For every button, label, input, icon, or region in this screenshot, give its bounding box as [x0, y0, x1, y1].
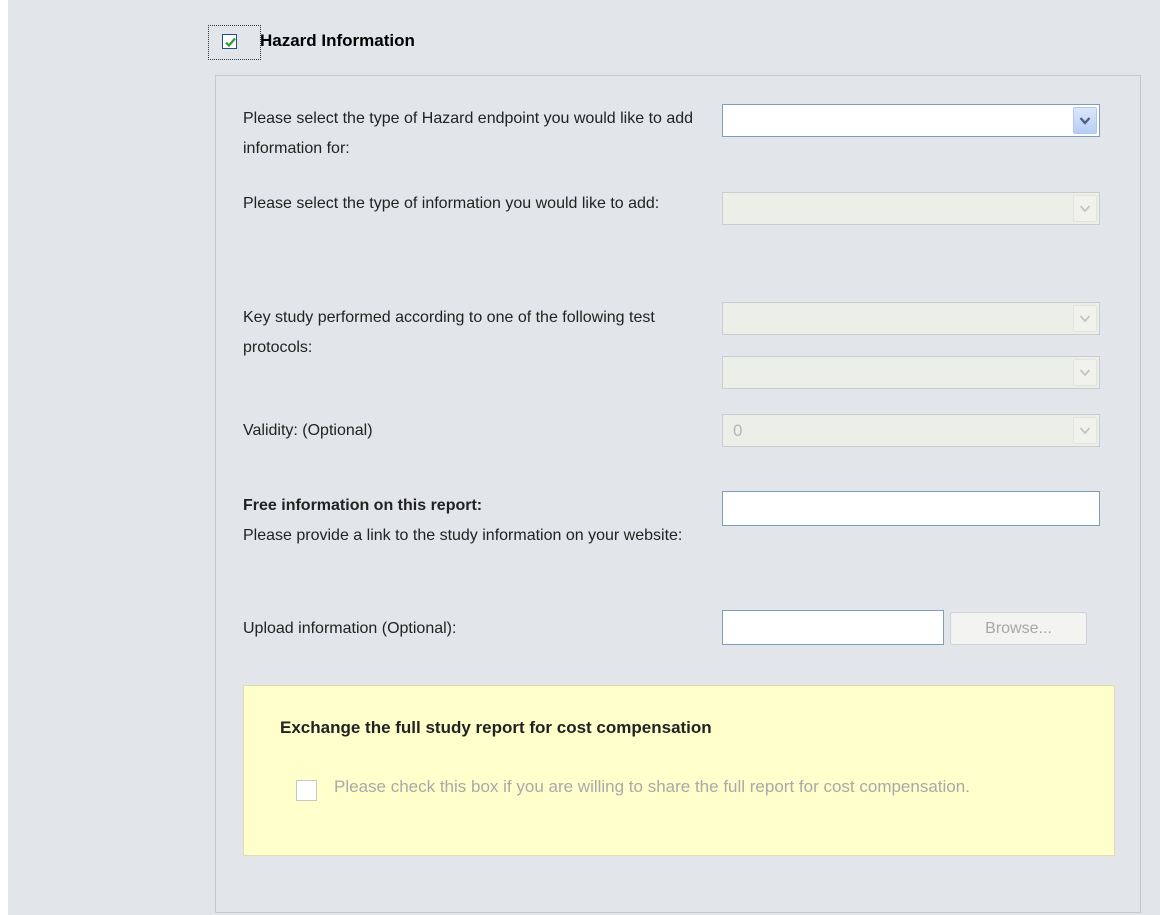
hazard-information-checkbox[interactable] — [222, 34, 237, 49]
hazard-endpoint-dropdown-button[interactable] — [1073, 107, 1097, 134]
key-study-dropdown-button-1[interactable] — [1073, 305, 1097, 332]
section-title: Hazard Information — [260, 31, 415, 50]
upload-label: Upload information (Optional): — [243, 620, 457, 637]
check-icon — [225, 37, 236, 48]
validity-label: Validity: (Optional) — [243, 422, 373, 439]
info-type-label: Please select the type of information yo… — [243, 195, 660, 212]
key-study-select-2[interactable] — [722, 356, 1100, 389]
exchange-box — [243, 685, 1115, 856]
key-study-select-1[interactable] — [722, 302, 1100, 335]
validity-value: 0 — [733, 421, 743, 440]
page: Hazard Information Please select the typ… — [0, 0, 1160, 915]
info-type-select[interactable] — [722, 192, 1100, 225]
study-link-input[interactable] — [722, 491, 1100, 526]
chevron-down-icon — [1079, 427, 1091, 435]
validity-dropdown-button[interactable] — [1073, 417, 1097, 444]
info-type-dropdown-button[interactable] — [1073, 195, 1097, 222]
exchange-title: Exchange the full study report for cost … — [280, 718, 712, 737]
validity-select[interactable]: 0 — [722, 414, 1100, 447]
free-info-heading: Free information on this report: — [243, 497, 483, 514]
free-info-label: Please provide a link to the study infor… — [243, 527, 683, 544]
share-report-checkbox[interactable] — [296, 780, 317, 801]
key-study-dropdown-button-2[interactable] — [1073, 359, 1097, 386]
hazard-endpoint-select[interactable] — [722, 104, 1100, 137]
chevron-down-icon — [1079, 205, 1091, 213]
key-study-label: Key study performed according to one of … — [243, 309, 655, 356]
chevron-down-icon — [1079, 315, 1091, 323]
browse-button[interactable]: Browse... — [950, 612, 1087, 645]
chevron-down-icon — [1079, 369, 1091, 377]
upload-file-input[interactable] — [722, 610, 944, 645]
chevron-down-icon — [1079, 117, 1091, 125]
hazard-endpoint-label: Please select the type of Hazard endpoin… — [243, 110, 694, 157]
share-report-label: Please check this box if you are willing… — [334, 777, 970, 796]
